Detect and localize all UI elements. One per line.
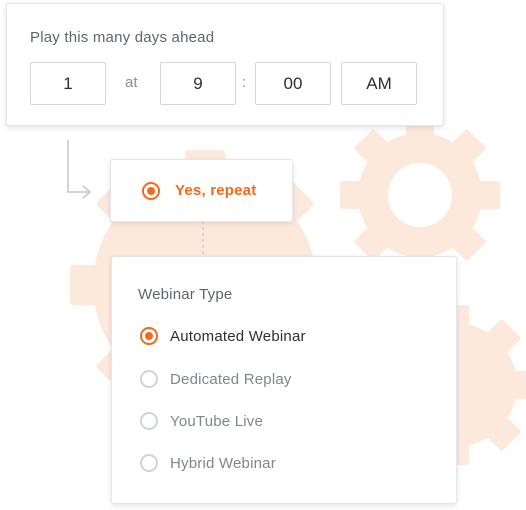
repeat-label: Yes, repeat [175,182,257,199]
dashed-connector [202,221,204,257]
option-label: Hybrid Webinar [170,454,276,472]
minute-input[interactable]: 00 [255,62,331,105]
radio-youtube-live[interactable] [140,412,158,430]
days-ahead-input[interactable]: 1 [30,62,106,105]
webinar-type-label: Webinar Type [138,286,233,303]
option-automated-webinar[interactable]: Automated Webinar [140,324,306,348]
repeat-radio[interactable] [142,182,160,200]
radio-automated-webinar[interactable] [140,327,158,345]
option-dedicated-replay[interactable]: Dedicated Replay [140,367,292,391]
option-youtube-live[interactable]: YouTube Live [140,409,263,433]
schedule-label: Play this many days ahead [30,29,215,46]
repeat-card[interactable]: Yes, repeat [110,159,293,222]
radio-dedicated-replay[interactable] [140,370,158,388]
hour-input[interactable]: 9 [160,62,236,105]
option-hybrid-webinar[interactable]: Hybrid Webinar [140,451,276,475]
time-colon: : [242,74,247,91]
schedule-card: Play this many days ahead 1 at 9 : 00 AM [6,3,444,126]
option-label: Dedicated Replay [170,370,292,388]
option-label: Automated Webinar [170,327,306,345]
gear-icon [340,115,500,275]
webinar-type-card: Webinar Type Automated Webinar Dedicated… [111,256,457,504]
am-pm-select[interactable]: AM [341,62,417,105]
connector-arrow-icon [67,140,92,199]
radio-hybrid-webinar[interactable] [140,454,158,472]
option-label: YouTube Live [170,412,264,430]
at-label: at [125,74,138,91]
